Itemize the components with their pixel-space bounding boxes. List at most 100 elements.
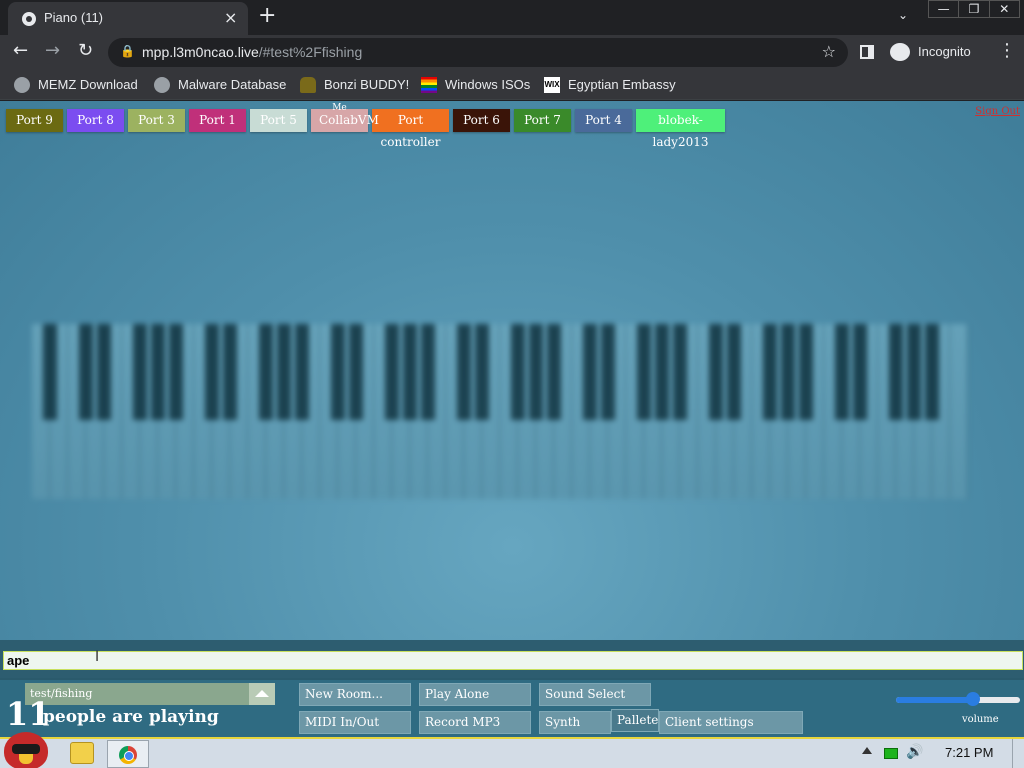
back-arrow-icon[interactable]: ←: [13, 40, 28, 61]
taskbar-chrome-button[interactable]: [107, 740, 149, 768]
chat-input[interactable]: ape: [3, 651, 1023, 670]
black-key[interactable]: [529, 324, 543, 420]
black-key[interactable]: [889, 324, 903, 420]
bookmark-windows-isos[interactable]: Windows ISOs: [445, 77, 530, 92]
black-key[interactable]: [673, 324, 687, 420]
incognito-label[interactable]: Incognito: [918, 44, 971, 59]
black-key[interactable]: [853, 324, 867, 420]
black-key[interactable]: [637, 324, 651, 420]
black-key[interactable]: [457, 324, 471, 420]
black-key[interactable]: [763, 324, 777, 420]
start-button-angry-bird-icon[interactable]: [4, 732, 48, 768]
black-key[interactable]: [511, 324, 525, 420]
file-explorer-icon[interactable]: [70, 742, 94, 764]
show-desktop-button[interactable]: [1012, 739, 1024, 768]
pallete-button[interactable]: Pallete: [611, 709, 659, 732]
blobek-lady-button[interactable]: blobek-lady2013: [636, 109, 725, 149]
port-7-button[interactable]: Port 7: [514, 109, 571, 132]
chrome-icon: [119, 746, 137, 764]
lock-icon[interactable]: 🔒: [120, 44, 135, 58]
client-settings-button[interactable]: Client settings: [659, 711, 803, 734]
site-favicon-icon: [22, 12, 36, 26]
port-8-button[interactable]: Port 8: [67, 109, 124, 132]
volume-thumb[interactable]: [965, 692, 980, 706]
black-key[interactable]: [781, 324, 795, 420]
black-key[interactable]: [583, 324, 597, 420]
sign-out-link[interactable]: Sign Out: [975, 106, 1020, 117]
port-1-button[interactable]: Port 1: [189, 109, 246, 132]
black-key[interactable]: [709, 324, 723, 420]
text-cursor-icon: I: [95, 649, 100, 665]
port-6-button[interactable]: Port 6: [453, 109, 510, 132]
bookmark-bonzi-buddy[interactable]: Bonzi BUDDY!: [324, 77, 409, 92]
black-key[interactable]: [655, 324, 669, 420]
side-panel-icon[interactable]: [860, 45, 874, 59]
black-key[interactable]: [331, 324, 345, 420]
volume-fill: [896, 697, 973, 703]
black-key[interactable]: [43, 324, 57, 420]
black-key[interactable]: [475, 324, 489, 420]
black-key[interactable]: [835, 324, 849, 420]
tab-close-icon[interactable]: ×: [224, 8, 237, 27]
black-key[interactable]: [385, 324, 399, 420]
bookmark-egyptian-embassy[interactable]: Egyptian Embassy: [568, 77, 676, 92]
room-selector[interactable]: test/fishing: [25, 683, 275, 705]
piano-keyboard[interactable]: [32, 324, 968, 499]
black-key[interactable]: [169, 324, 183, 420]
midi-button[interactable]: MIDI In/Out: [299, 711, 411, 734]
restore-button[interactable]: ❐: [959, 1, 990, 17]
black-key[interactable]: [97, 324, 111, 420]
bookmark-memz[interactable]: MEMZ Download: [38, 77, 138, 92]
black-key[interactable]: [421, 324, 435, 420]
black-key[interactable]: [79, 324, 93, 420]
record-mp3-button[interactable]: Record MP3: [419, 711, 531, 734]
black-key[interactable]: [133, 324, 147, 420]
port-3-button[interactable]: Port 3: [128, 109, 185, 132]
port-5-button[interactable]: Port 5: [250, 109, 307, 132]
show-hidden-icons-icon[interactable]: [862, 747, 872, 754]
volume-slider[interactable]: [896, 692, 1020, 706]
black-key[interactable]: [295, 324, 309, 420]
bookmark-star-icon[interactable]: ☆: [822, 42, 836, 61]
black-key[interactable]: [151, 324, 165, 420]
expand-up-icon[interactable]: [249, 683, 275, 705]
black-key[interactable]: [259, 324, 273, 420]
new-room-button[interactable]: New Room...: [299, 683, 411, 706]
collabvm-button[interactable]: Me CollabVM: [311, 103, 379, 132]
black-key[interactable]: [547, 324, 561, 420]
tab-search-icon[interactable]: ⌄: [898, 8, 908, 22]
volume-tray-icon[interactable]: 🔊: [906, 744, 923, 760]
close-window-button[interactable]: ✕: [990, 1, 1019, 17]
browser-tab[interactable]: Piano (11) ×: [8, 2, 248, 35]
new-tab-button[interactable]: +: [258, 3, 276, 28]
reload-icon[interactable]: ↻: [78, 40, 93, 61]
taskbar-clock[interactable]: 7:21 PM: [945, 745, 993, 760]
black-key[interactable]: [277, 324, 291, 420]
black-key[interactable]: [403, 324, 417, 420]
browser-tab-bar: Piano (11) × + ⌄ — ❐ ✕: [0, 0, 1024, 35]
black-key[interactable]: [223, 324, 237, 420]
minimize-button[interactable]: —: [929, 1, 960, 17]
black-key[interactable]: [601, 324, 615, 420]
play-alone-button[interactable]: Play Alone: [419, 683, 531, 706]
synth-button[interactable]: Synth: [539, 711, 611, 734]
network-icon[interactable]: [884, 748, 898, 759]
black-key[interactable]: [925, 324, 939, 420]
forward-arrow-icon[interactable]: →: [45, 40, 60, 61]
port-controller-button[interactable]: Port controller: [372, 109, 449, 149]
incognito-icon[interactable]: [890, 43, 910, 61]
taskbar: 🔊 7:21 PM: [0, 732, 1024, 768]
black-key[interactable]: [727, 324, 741, 420]
address-bar[interactable]: 🔒 mpp.l3m0ncao.live/#test%2Ffishing ☆: [108, 38, 848, 67]
sound-select-button[interactable]: Sound Select: [539, 683, 651, 706]
tab-title: Piano (11): [44, 10, 104, 25]
bookmark-malware-database[interactable]: Malware Database: [178, 77, 286, 92]
port-4-button[interactable]: Port 4: [575, 109, 632, 132]
browser-menu-icon[interactable]: ⋮: [998, 40, 1016, 61]
black-key[interactable]: [799, 324, 813, 420]
port-9-button[interactable]: Port 9: [6, 109, 63, 132]
collabvm-label: CollabVM: [319, 113, 379, 127]
black-key[interactable]: [907, 324, 921, 420]
black-key[interactable]: [205, 324, 219, 420]
black-key[interactable]: [349, 324, 363, 420]
